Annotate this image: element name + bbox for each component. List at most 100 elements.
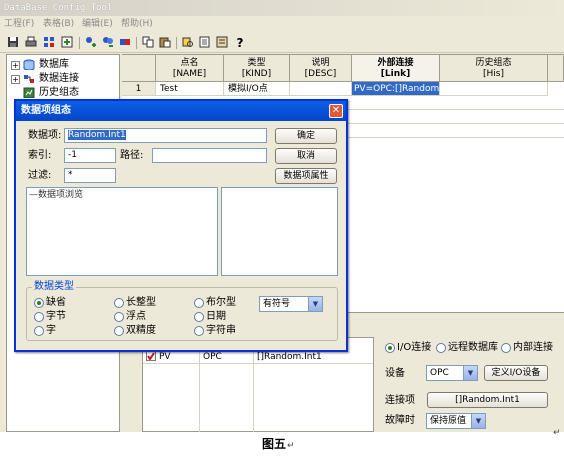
column-code: [DESC] [304,69,337,79]
ok-button[interactable]: 确定 [275,128,337,144]
paragraph-mark: ↵ [287,441,295,451]
column-header-link[interactable]: 外部连接 [Link] [352,55,440,82]
menu-project[interactable]: 工程(F) [4,17,34,32]
copy-icon[interactable] [141,36,155,50]
add-group-icon[interactable] [101,36,115,50]
link-item-button[interactable]: []Random.Int1 [427,392,548,408]
import-icon[interactable] [60,36,74,50]
cell-name[interactable]: Test [156,82,224,96]
tree-item-history[interactable]: 历史组态 [7,86,119,100]
type-float-radio[interactable] [114,312,124,322]
help-icon[interactable]: ? [233,36,247,50]
column-header-name[interactable]: 点名 [NAME] [156,55,224,82]
conn-internal-radio[interactable] [501,343,511,353]
device-value: OPC [430,368,449,378]
data-type-group-label: 数据类型 [32,280,76,294]
index-field-label: 索引: [28,150,52,161]
link-icon[interactable] [118,36,132,50]
type-string-radio[interactable] [194,326,204,336]
conn-io-radio[interactable] [385,343,395,353]
sign-value: 有符号 [263,299,291,309]
device-select[interactable]: OPC ▼ [426,365,478,381]
tree-item-connections[interactable]: + 数据连接 [7,72,119,86]
print-icon[interactable] [24,36,38,50]
param-checkbox[interactable] [146,351,156,361]
find-icon[interactable] [181,36,195,50]
conn-remote-label: 远程数据库 [448,342,498,353]
column-header-extra [548,55,564,82]
define-io-device-button[interactable]: 定义I/O设备 [484,365,548,381]
column-title: 外部连接 [377,58,414,68]
param-source: OPC [203,352,222,362]
add-tag-icon[interactable] [84,36,98,50]
paragraph-mark: ↵ [553,428,561,438]
main-window: DataBase Config Tool 工程(F) 表格(B) 编辑(E) 帮… [0,0,564,432]
type-word-radio[interactable] [34,326,44,336]
conn-remote-radio[interactable] [436,343,446,353]
tree-item-database[interactable]: + 数据库 [7,58,119,72]
expand-icon[interactable]: + [11,61,20,70]
type-byte-radio[interactable] [34,312,44,322]
menu-help[interactable]: 帮助(H) [121,17,153,32]
type-word-label: 字 [46,325,56,336]
export-icon[interactable] [198,36,212,50]
device-label: 设备 [385,368,405,379]
column-title: 历史组态 [475,58,512,68]
path-field-label: 路径: [120,150,144,161]
save-icon[interactable] [6,36,20,50]
type-long-radio[interactable] [114,298,124,308]
grid-icon[interactable] [42,36,56,50]
index-field[interactable]: -1 [64,148,116,163]
type-long-label: 长整型 [126,297,156,308]
column-header-kind[interactable]: 类型 [KIND] [224,55,290,82]
filter-field[interactable]: * [64,168,116,183]
path-field[interactable] [152,148,267,163]
item-properties-button[interactable]: 数据项属性 [275,168,337,184]
item-field-value: Random.Int1 [68,130,126,140]
cell-kind[interactable]: 模拟I/O点 [224,82,290,96]
type-float-label: 浮点 [126,311,146,322]
type-default-radio[interactable] [34,298,44,308]
sign-select[interactable]: 有符号 ▼ [259,296,323,312]
cell-link[interactable]: PV=OPC:[]Random.Int [352,82,440,96]
type-date-label: 日期 [206,311,226,322]
type-bool-radio[interactable] [194,298,204,308]
cancel-button[interactable]: 取消 [275,148,337,164]
chevron-down-icon: ▼ [471,414,485,428]
figure-caption: 图五 ↵ ↵ [0,428,564,456]
column-divider [199,338,200,432]
properties-icon[interactable] [215,36,229,50]
expand-icon[interactable]: + [11,75,20,84]
dialog-title: 数据项组态 [16,101,346,121]
type-date-radio[interactable] [194,312,204,322]
column-code: [Link] [380,69,411,79]
close-icon[interactable]: ✕ [329,104,343,118]
grid-corner [122,55,156,82]
browse-tree-label: 数据项浏览 [38,190,84,200]
fault-select[interactable]: 保持原值 ▼ [426,413,486,429]
type-string-label: 字符串 [206,325,236,336]
column-header-his[interactable]: 历史组态 [His] [440,55,548,82]
connection-icon [24,75,34,83]
browse-item-list[interactable] [221,187,338,276]
paste-icon[interactable] [158,36,172,50]
table-row[interactable]: PV OPC []Random.Int1 [143,350,373,364]
cell-desc[interactable] [290,82,352,96]
cell-his[interactable] [440,82,548,96]
dialog-title-text: 数据项组态 [21,105,71,116]
chevron-down-icon: ▼ [308,297,322,311]
browse-tree[interactable]: —数据项浏览 [26,187,218,276]
caption-text: 图五 [262,437,287,451]
type-double-radio[interactable] [114,326,124,336]
column-code: [KIND] [241,69,272,79]
row-index: 1 [122,82,156,96]
menu-table[interactable]: 表格(B) [43,17,74,32]
tree-item-label: 历史组态 [39,87,79,98]
item-field[interactable]: Random.Int1 [64,128,267,143]
link-item-label: 连接项 [385,395,415,406]
menu-edit[interactable]: 编辑(E) [82,17,113,32]
column-divider [253,338,254,432]
column-header-desc[interactable]: 说明 [DESC] [290,55,352,82]
window-title: DataBase Config Tool [0,0,564,16]
column-title: 点名 [180,58,199,68]
